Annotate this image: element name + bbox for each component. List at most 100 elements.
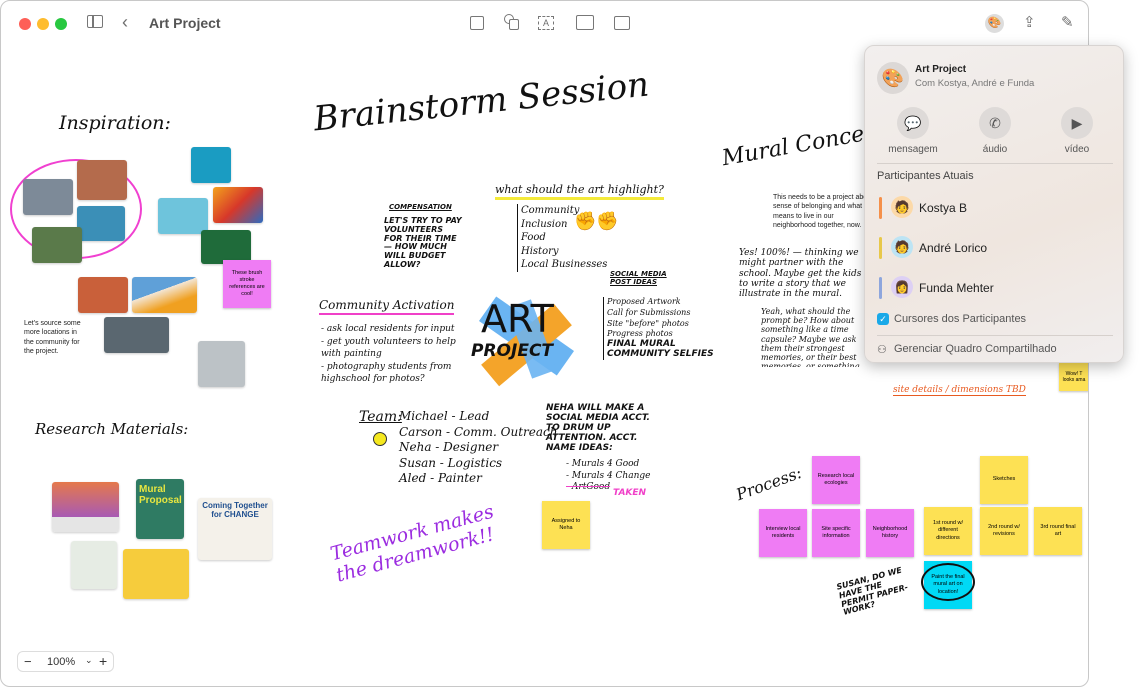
sticky-note[interactable]: These brush stroke references are cool! xyxy=(223,260,271,308)
list-item: - ask local residents for input xyxy=(321,324,455,334)
sticky-note[interactable]: Interview local residents xyxy=(759,509,807,557)
list-item: Michael - Lead xyxy=(399,409,490,423)
photo[interactable] xyxy=(77,206,125,241)
brainstorm-title: Brainstorm Session xyxy=(311,64,651,140)
manage-board-icon: ⚇ xyxy=(877,344,887,356)
photo[interactable] xyxy=(78,277,128,313)
list-item: Site "before" photos xyxy=(607,318,689,328)
activation-list: - ask local residents for input - get yo… xyxy=(321,323,461,386)
site-details-note: site details / dimensions TBD xyxy=(893,385,1026,397)
sticky-note[interactable]: Research local ecologies xyxy=(812,456,860,504)
sticky-note[interactable]: Sketches xyxy=(980,456,1028,504)
compensation-text: Let's try to pay volunteers for their ti… xyxy=(384,216,462,269)
document-card[interactable]: Coming Together for CHANGE xyxy=(198,498,272,560)
zoom-level[interactable]: 100% xyxy=(47,656,75,668)
susan-note: Susan, do we have the permit paper-work? xyxy=(835,565,909,618)
zoom-control: − 100% ⌄ + xyxy=(17,651,114,672)
avatar: 🧑 xyxy=(891,236,913,258)
sticky-note[interactable]: Site specific information xyxy=(812,509,860,557)
list-item: Proposed Artwork xyxy=(607,297,681,306)
photo[interactable] xyxy=(213,187,263,223)
collaboration-icon[interactable]: 🎨 xyxy=(985,14,1004,33)
highlight-question: what should the art highlight? xyxy=(495,183,664,200)
chevron-down-icon[interactable]: ⌄ xyxy=(85,655,93,666)
neha-note: Neha will make a social media acct. to d… xyxy=(546,403,650,453)
participant-row[interactable]: 🧑 André Lorico xyxy=(879,236,1109,262)
sticky-note[interactable]: Neighborhood history xyxy=(866,509,914,557)
map-card[interactable] xyxy=(71,541,117,589)
video-thumbnail[interactable] xyxy=(104,317,169,353)
back-icon[interactable]: ‹ xyxy=(122,12,128,33)
activation-title: Community Activation xyxy=(319,298,455,315)
link-card[interactable] xyxy=(123,549,189,599)
art-project-logo[interactable]: ART PROJECT xyxy=(469,291,575,401)
media-icon[interactable] xyxy=(576,15,594,30)
video-thumbnail[interactable] xyxy=(132,277,197,313)
avatar: 🧑 xyxy=(891,196,913,218)
list-item: Carson - Comm. Outreach xyxy=(399,424,558,439)
shapes-icon[interactable] xyxy=(504,14,520,30)
video-icon[interactable]: ▶ xyxy=(1061,107,1093,139)
compose-icon[interactable]: ✎ xyxy=(1061,13,1074,31)
zoom-window-button[interactable] xyxy=(55,18,67,30)
board-title: Art Project xyxy=(149,15,221,31)
audio-label[interactable]: áudio xyxy=(965,144,1025,155)
file-icon[interactable] xyxy=(614,16,630,30)
divider xyxy=(877,163,1113,164)
sticky-note[interactable]: 1st round w/ different directions xyxy=(924,507,972,555)
document-card[interactable]: Mural Proposal xyxy=(136,479,184,539)
cursors-checkbox[interactable]: ✓ xyxy=(877,313,889,325)
cursors-label[interactable]: Cursores dos Participantes xyxy=(894,313,1026,325)
participant-row[interactable]: 👩 Funda Mehter xyxy=(879,276,1109,302)
photo[interactable] xyxy=(158,198,208,234)
circle-annotation xyxy=(921,563,975,601)
photo[interactable] xyxy=(23,179,73,215)
sidebar-icon[interactable] xyxy=(87,15,103,28)
text-box[interactable]: Let's source some more locations in the … xyxy=(24,319,84,357)
video-label[interactable]: vídeo xyxy=(1047,144,1107,155)
handwritten-note: Yes! 100%! — thinking we might partner w… xyxy=(739,248,862,298)
list-item: Community Selfies xyxy=(607,349,714,360)
photo[interactable] xyxy=(77,160,127,200)
popover-subtitle: Com Kostya, André e Funda xyxy=(915,78,1035,89)
list-item: Susan - Logistics xyxy=(399,455,503,470)
share-icon[interactable]: ⇪ xyxy=(1023,13,1036,31)
divider xyxy=(877,335,1113,336)
photo[interactable] xyxy=(32,227,82,263)
minimize-button[interactable] xyxy=(37,18,49,30)
manage-board-button[interactable]: Gerenciar Quadro Compartilhado xyxy=(894,343,1057,355)
inspiration-title: Inspiration: xyxy=(59,112,171,134)
participant-row[interactable]: 🧑 Kostya B xyxy=(879,196,1109,222)
list-item: Local Businesses xyxy=(521,259,608,270)
close-button[interactable] xyxy=(19,18,31,30)
zoom-out-button[interactable]: − xyxy=(24,654,32,669)
video-thumbnail[interactable] xyxy=(198,341,245,387)
list-item: Aled - Painter xyxy=(399,471,482,486)
message-label[interactable]: mensagem xyxy=(883,144,943,155)
board-avatar-icon: 🎨 xyxy=(877,62,909,94)
note-icon[interactable] xyxy=(470,16,484,30)
message-icon[interactable]: 💬 xyxy=(897,107,929,139)
list-item: - Murals 4 Change xyxy=(566,470,651,481)
sticky-note[interactable]: 2nd round w/ revisions xyxy=(980,507,1028,555)
sticky-note[interactable]: 3rd round final art xyxy=(1034,507,1082,555)
sticky-note[interactable]: Assigned to Neha xyxy=(542,501,590,549)
text-box-icon[interactable]: A xyxy=(538,16,554,30)
sticky-note[interactable]: Wow! T looks ama xyxy=(1059,363,1088,391)
process-title: Process: xyxy=(733,462,805,505)
list-item: - get youth volunteers to help with pain… xyxy=(321,336,456,360)
research-title: Research Materials: xyxy=(35,420,189,438)
team-label: Team: xyxy=(359,409,402,425)
phone-icon[interactable]: ✆ xyxy=(979,107,1011,139)
photo[interactable] xyxy=(201,230,251,264)
list-item: Food xyxy=(521,232,546,243)
text-box[interactable]: This needs to be a project about sense o… xyxy=(773,193,873,229)
zoom-in-button[interactable]: + xyxy=(99,653,107,669)
social-title: Social Media Post Ideas xyxy=(610,270,667,286)
photo[interactable] xyxy=(191,147,231,183)
collaboration-popover: 🎨 Art Project Com Kostya, André e Funda … xyxy=(864,45,1124,363)
link-card[interactable] xyxy=(52,482,119,532)
popover-title: Art Project xyxy=(915,64,967,75)
toolbar: ‹ Art Project A 🎨 ⇪ ✎ xyxy=(1,1,1088,46)
avatar: 👩 xyxy=(891,276,913,298)
